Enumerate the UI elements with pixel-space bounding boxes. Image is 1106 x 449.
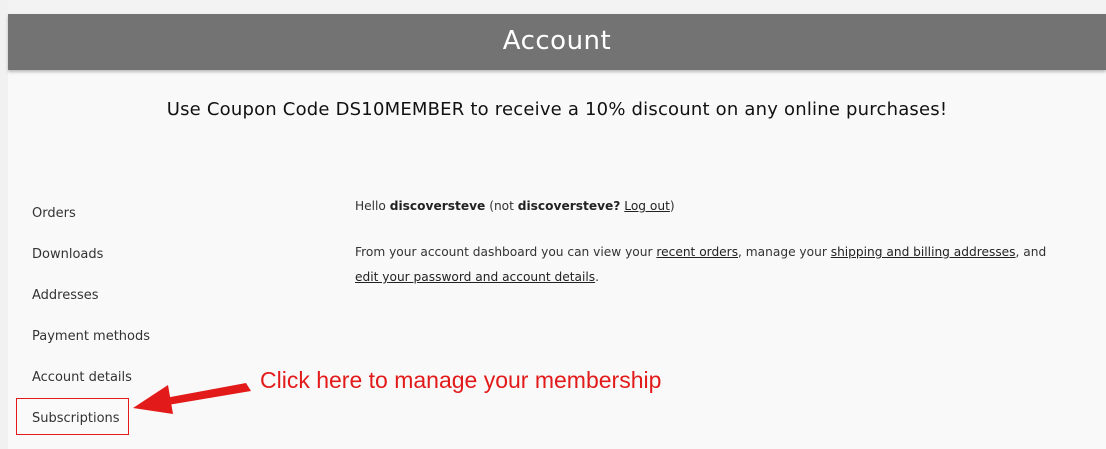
account-page: Account Use Coupon Code DS10MEMBER to re…	[0, 0, 1106, 449]
annotation-callout: Click here to manage your membership	[260, 367, 662, 393]
